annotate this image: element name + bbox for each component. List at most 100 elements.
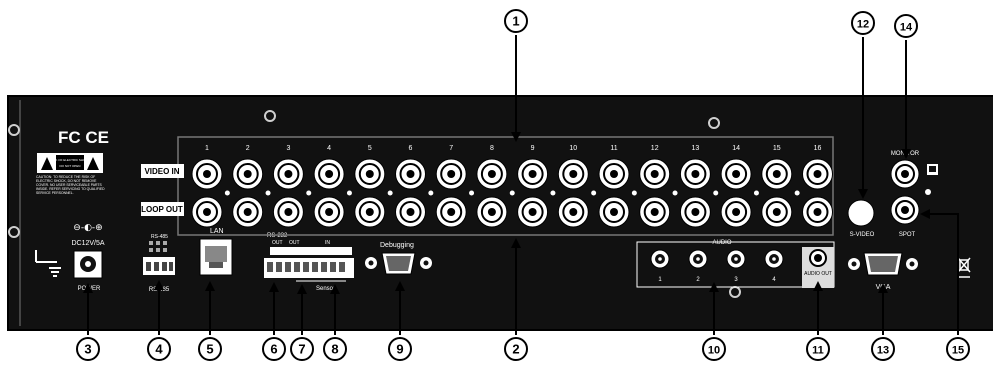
audio-group-label: AUDIO [712, 240, 731, 246]
loop-out-bnc[interactable] [354, 196, 386, 228]
warning-label-top: RISK OF ELECTRIC SHOCK [50, 158, 89, 162]
video-in-bnc[interactable] [313, 158, 345, 190]
loop-out-bnc[interactable] [557, 196, 589, 228]
audio-input-jack[interactable] [650, 249, 670, 269]
loop-out-bnc[interactable] [191, 196, 223, 228]
video-in-bnc[interactable] [435, 158, 467, 190]
separator-dot [346, 190, 352, 196]
sensor-label: Sensor [316, 286, 335, 292]
separator-dot [469, 190, 475, 196]
loop-out-bnc[interactable] [720, 196, 752, 228]
loop-out-bnc[interactable] [639, 196, 671, 228]
separator-dot [753, 190, 759, 196]
monitor-indicator-dot [925, 189, 931, 195]
loop-out-bnc[interactable] [598, 196, 630, 228]
loop-out-label: LOOP OUT [141, 205, 183, 214]
callout-number: 9 [396, 342, 403, 357]
video-in-bnc[interactable] [720, 158, 752, 190]
spot-label: SPOT [899, 232, 916, 238]
callout-11: 11 [806, 337, 830, 361]
loop-out-bnc[interactable] [761, 196, 793, 228]
terminal-block[interactable] [264, 258, 354, 278]
audio-input-jack[interactable] [726, 249, 746, 269]
video-in-bnc[interactable] [476, 158, 508, 190]
compliance-marks-label: FC CE [58, 128, 109, 147]
s-video-port[interactable] [847, 199, 875, 227]
channel-number: 5 [368, 145, 372, 152]
loop-out-bnc[interactable] [517, 196, 549, 228]
callout-2: 2 [504, 337, 528, 361]
video-in-bnc[interactable] [272, 158, 304, 190]
warning-label-sub: DO NOT OPEN [60, 164, 81, 168]
callout-number: 14 [900, 22, 913, 34]
channel-number: 12 [651, 145, 659, 152]
video-in-bnc[interactable] [191, 158, 223, 190]
terminal-out-label-1: OUT [272, 240, 283, 246]
channel-number: 15 [773, 145, 781, 152]
video-in-bnc[interactable] [639, 158, 671, 190]
callout-number: 6 [270, 342, 277, 357]
channel-number: 7 [449, 145, 453, 152]
monitor-bnc[interactable] [890, 159, 920, 189]
separator-dot [713, 190, 719, 196]
channel-number: 11 [610, 145, 617, 152]
video-in-label: VIDEO IN [144, 167, 179, 176]
callout-number: 12 [857, 19, 869, 31]
loop-out-bnc[interactable] [272, 196, 304, 228]
separator-dot [265, 190, 271, 196]
separator-dot [387, 190, 393, 196]
loop-out-bnc[interactable] [679, 196, 711, 228]
channel-number: 4 [327, 145, 331, 152]
separator-dot [509, 190, 515, 196]
loop-out-bnc[interactable] [395, 196, 426, 228]
callout-number: 7 [298, 342, 305, 357]
loop-out-bnc[interactable] [476, 196, 508, 228]
power-rating-label: DC12V/5A [71, 240, 104, 247]
callout-15: 15 [946, 337, 970, 361]
callout-number: 15 [952, 345, 964, 357]
spot-bnc[interactable] [890, 195, 920, 225]
callout-number: 4 [155, 342, 163, 357]
video-in-bnc[interactable] [557, 158, 589, 190]
callout-number: 1 [512, 14, 519, 29]
loop-out-bnc[interactable] [313, 196, 345, 228]
video-in-bnc[interactable] [598, 158, 630, 190]
video-in-bnc[interactable] [395, 158, 426, 190]
caution-text: CAUTION: TO REDUCE THE RISK OF ELECTRIC … [36, 175, 105, 195]
channel-number: 2 [246, 145, 250, 152]
loop-out-bnc[interactable] [232, 196, 264, 228]
callout-number: 3 [84, 342, 91, 357]
video-in-bnc[interactable] [232, 158, 264, 190]
callout-9: 9 [388, 337, 412, 361]
video-in-bnc[interactable] [761, 158, 793, 190]
channel-number: 10 [569, 145, 577, 152]
power-label: POWER [78, 286, 101, 292]
video-in-bnc[interactable] [802, 158, 833, 190]
s-video-label: S-VIDEO [850, 232, 875, 238]
callout-7: 7 [290, 337, 314, 361]
loop-out-bnc[interactable] [802, 196, 833, 228]
video-in-bnc[interactable] [517, 158, 549, 190]
separator-dot [794, 190, 800, 196]
audio-input-jack[interactable] [764, 249, 784, 269]
separator-dot [428, 190, 434, 196]
callout-number: 2 [512, 342, 519, 357]
audio-out-label: AUDIO OUT [804, 271, 832, 277]
separator-dot [672, 190, 678, 196]
video-in-bnc[interactable] [679, 158, 711, 190]
callout-number: 13 [877, 345, 889, 357]
lan-label: LAN [210, 228, 224, 235]
callout-5: 5 [198, 337, 222, 361]
channel-number: 1 [205, 145, 209, 152]
video-in-bnc[interactable] [354, 158, 386, 190]
terminal-in-label: IN [325, 240, 330, 246]
channel-number: 6 [409, 145, 413, 152]
callout-3: 3 [76, 337, 100, 361]
audio-out-jack[interactable] [809, 249, 827, 267]
channel-number: 16 [814, 145, 822, 152]
callout-number: 8 [331, 342, 338, 357]
audio-input-jack[interactable] [688, 249, 708, 269]
loop-out-bnc[interactable] [435, 196, 467, 228]
callout-1: 1 [504, 9, 528, 33]
callout-13: 13 [871, 337, 895, 361]
